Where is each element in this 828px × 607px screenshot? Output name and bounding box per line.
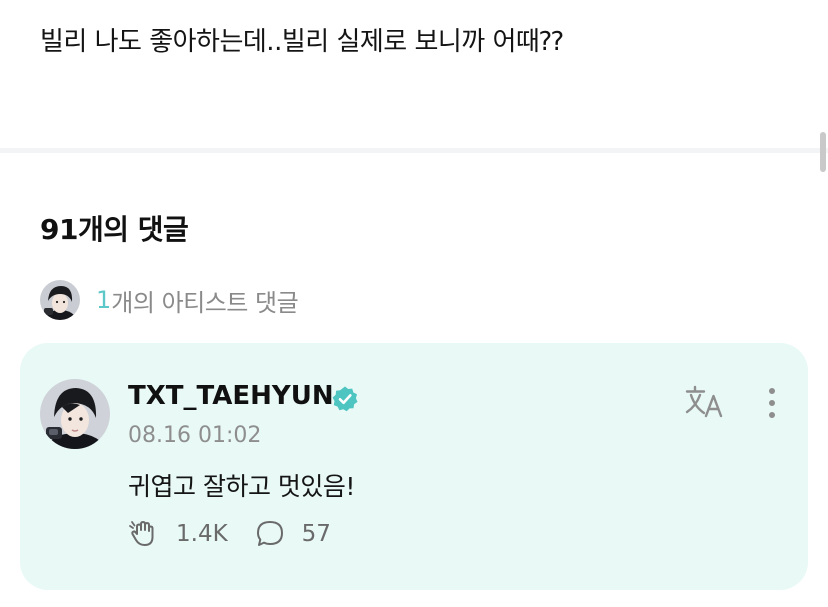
comments-count-heading: 91개의 댓글: [40, 213, 189, 246]
artist-mini-avatar: [40, 280, 80, 320]
username[interactable]: TXT_TAEHYUN: [128, 381, 334, 411]
artist-comment-label: 개의 아티스트 댓글: [111, 288, 299, 317]
user-avatar[interactable]: [40, 379, 110, 449]
comment-timestamp: 08.16 01:02: [128, 423, 262, 448]
translate-icon[interactable]: [684, 383, 726, 421]
scrollbar-thumb[interactable]: [820, 132, 826, 172]
like-count: 1.4K: [176, 521, 228, 547]
more-vertical-icon[interactable]: [760, 385, 784, 421]
reply-count: 57: [301, 521, 331, 547]
section-divider: [0, 148, 828, 153]
cheer-hand-icon[interactable]: [128, 518, 160, 550]
artist-comments-filter[interactable]: 1 개의 아티스트 댓글: [40, 279, 299, 321]
comment-bubble-icon[interactable]: [254, 518, 286, 550]
post-text: 빌리 나도 좋아하는데..빌리 실제로 보니까 어때⁇: [40, 27, 563, 57]
artist-comment-card: TXT_TAEHYUN 08.16 01:02 귀엽고 잘하고 멋있음! 1.4…: [20, 343, 808, 590]
artist-comment-count: 1: [96, 286, 112, 314]
comment-text: 귀엽고 잘하고 멋있음!: [128, 472, 355, 501]
comment-actions: 1.4K 57: [128, 517, 331, 551]
verified-badge-icon: [332, 386, 358, 412]
